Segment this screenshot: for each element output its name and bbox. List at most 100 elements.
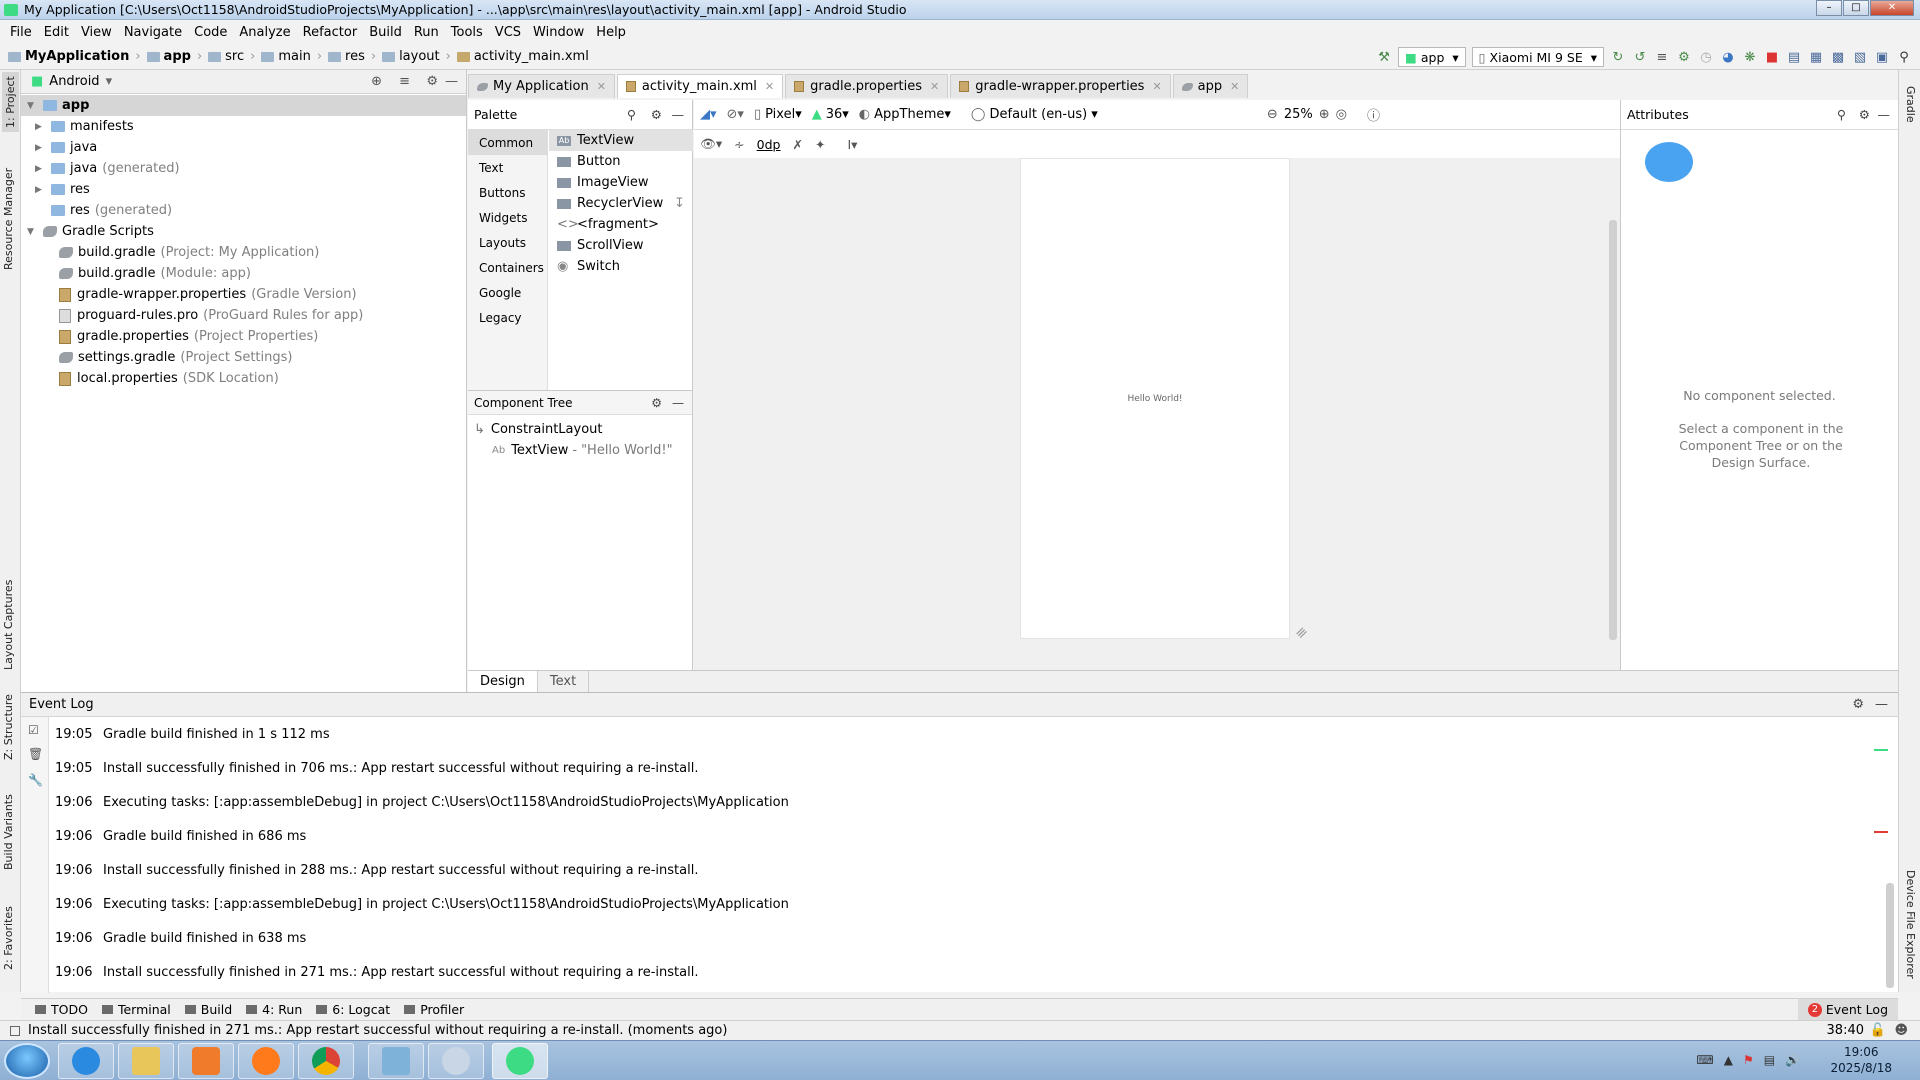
chevron-down-icon[interactable]: ▾ <box>106 74 113 89</box>
event-log-scrollbar[interactable] <box>1886 883 1894 988</box>
tool-tab-event-log[interactable]: 2 Event Log <box>1797 999 1898 1020</box>
tree-node-constraintlayout[interactable]: ↳ ConstraintLayout <box>474 422 603 437</box>
hide-icon[interactable]: — <box>672 396 684 410</box>
taskbar-paint[interactable] <box>428 1043 484 1079</box>
tree-item-java[interactable]: ▶ java <box>35 137 97 158</box>
taskbar-file-explorer[interactable] <box>118 1043 174 1079</box>
tree-item-app[interactable]: ▼ app <box>21 95 466 116</box>
tab-app[interactable]: app ✕ <box>1172 74 1249 98</box>
hide-icon[interactable]: — <box>445 74 458 89</box>
tree-item-gradle-properties[interactable]: gradle.properties (Project Properties) <box>59 326 318 347</box>
hide-icon[interactable]: — <box>672 107 685 122</box>
layout-preview[interactable]: Hello World! <box>1020 158 1290 639</box>
zoom-in-icon[interactable]: ⊕ <box>1319 107 1330 122</box>
orientation-icon[interactable]: ⊘▾ <box>727 107 744 122</box>
menu-navigate[interactable]: Navigate <box>118 25 188 40</box>
tree-item-build-gradle-project[interactable]: build.gradle (Project: My Application) <box>59 242 319 263</box>
tab-gradle-wrapper-properties[interactable]: gradle-wrapper.properties ✕ <box>950 74 1171 98</box>
view-options-icon[interactable]: 👁▾ <box>700 136 722 152</box>
taskbar-clock[interactable]: 19:06 2025/8/18 <box>1830 1044 1892 1076</box>
tab-gradle-properties[interactable]: gradle.properties ✕ <box>785 74 949 98</box>
menu-analyze[interactable]: Analyze <box>233 25 296 40</box>
avd-manager-icon[interactable]: ▩ <box>1830 49 1846 65</box>
breadcrumb-layout[interactable]: layout › <box>382 49 451 64</box>
debug-icon[interactable]: ⚙ <box>1676 49 1692 65</box>
tree-item-proguard-rules[interactable]: proguard-rules.pro (ProGuard Rules for ap… <box>59 305 363 326</box>
menu-window[interactable]: Window <box>527 25 590 40</box>
close-icon[interactable]: ✕ <box>765 80 774 93</box>
close-icon[interactable]: ✕ <box>1152 80 1161 93</box>
menu-build[interactable]: Build <box>363 25 408 40</box>
locate-icon[interactable]: ⊕ <box>371 74 382 89</box>
minimize-button[interactable]: – <box>1816 0 1842 16</box>
locale-select[interactable]: ◯ Default (en-us) ▾ <box>971 107 1098 122</box>
palette-category-legacy[interactable]: Legacy <box>468 305 547 330</box>
palette-category-containers[interactable]: Containers <box>468 255 547 280</box>
palette-item-scrollview[interactable]: ScrollView <box>549 235 693 256</box>
menu-run[interactable]: Run <box>408 25 445 40</box>
breadcrumb-src[interactable]: src › <box>208 49 255 64</box>
profile-icon[interactable]: ◷ <box>1698 49 1714 65</box>
sync-project-icon[interactable]: ▤ <box>1786 49 1802 65</box>
tool-tab-structure[interactable]: Z: Structure <box>2 694 15 760</box>
menu-tools[interactable]: Tools <box>445 25 489 40</box>
gear-icon[interactable]: ⚙ <box>651 396 662 410</box>
caret-position[interactable]: 38:40 <box>1827 1023 1864 1038</box>
run-config-select[interactable]: ■ app ▾ <box>1398 47 1466 67</box>
tool-tab-device-file-explorer[interactable]: Device File Explorer <box>1904 870 1917 979</box>
close-icon[interactable]: ✕ <box>597 80 606 93</box>
close-button[interactable]: ✕ <box>1870 0 1914 16</box>
tab-text[interactable]: Text <box>538 671 590 692</box>
project-structure-icon[interactable]: ▦ <box>1808 49 1824 65</box>
menu-edit[interactable]: Edit <box>38 25 75 40</box>
debug-bug-icon[interactable]: ❋ <box>1742 49 1758 65</box>
device-select[interactable]: ▯ Xiaomi MI 9 SE ▾ <box>1471 47 1604 67</box>
palette-category-common[interactable]: Common <box>468 130 547 155</box>
design-scrollbar[interactable] <box>1609 220 1617 640</box>
close-icon[interactable]: ✕ <box>1230 80 1239 93</box>
api-level-select[interactable]: ▲ 36 ▾ <box>812 107 849 122</box>
palette-category-layouts[interactable]: Layouts <box>468 230 547 255</box>
tool-tab-favorites[interactable]: 2: Favorites <box>2 906 15 970</box>
tab-activity-main[interactable]: activity_main.xml ✕ <box>616 74 784 98</box>
tree-item-manifests[interactable]: ▶ manifests <box>35 116 134 137</box>
palette-category-text[interactable]: Text <box>468 155 547 180</box>
maximize-button[interactable]: □ <box>1843 0 1869 16</box>
gear-icon[interactable]: ⚙ <box>426 74 438 89</box>
menu-help[interactable]: Help <box>590 25 632 40</box>
tool-tab-run[interactable]: 4: Run <box>246 1002 302 1017</box>
autoconnect-icon[interactable]: ∻ <box>734 137 744 152</box>
palette-item-switch[interactable]: ◉ Switch <box>549 256 693 277</box>
device-preview-select[interactable]: ▯ Pixel ▾ <box>754 107 802 122</box>
palette-item-recyclerview[interactable]: RecyclerView ↧ <box>549 193 693 214</box>
inspector-icon[interactable]: ☻ <box>1894 1023 1908 1038</box>
search-icon[interactable]: ⚲ <box>1837 107 1846 122</box>
palette-item-button[interactable]: Button <box>549 151 693 172</box>
apply-code-changes-icon[interactable]: ↺ <box>1632 49 1648 65</box>
stop-icon[interactable]: ■ <box>1764 49 1780 65</box>
tool-tab-build-variants[interactable]: Build Variants <box>2 794 15 870</box>
security-alert-icon[interactable]: ⚑ <box>1743 1053 1754 1067</box>
tool-tab-logcat[interactable]: 6: Logcat <box>316 1002 390 1017</box>
volume-icon[interactable]: 🔊 <box>1785 1053 1800 1067</box>
tool-tab-build[interactable]: Build <box>184 1002 232 1017</box>
breadcrumb-main[interactable]: main › <box>261 49 322 64</box>
tree-item-res-generated[interactable]: res (generated) <box>35 200 172 221</box>
breadcrumb-app[interactable]: app › <box>146 49 202 64</box>
tree-item-gradle-wrapper-properties[interactable]: gradle-wrapper.properties (Gradle Version… <box>59 284 357 305</box>
tool-tab-resource-manager[interactable]: Resource Manager <box>2 168 15 270</box>
apply-changes-icon[interactable]: ↻ <box>1610 49 1626 65</box>
status-toggle-icon[interactable] <box>10 1025 20 1036</box>
palette-category-widgets[interactable]: Widgets <box>468 205 547 230</box>
breadcrumb-file[interactable]: activity_main.xml <box>456 49 589 64</box>
search-icon[interactable]: ⚲ <box>1896 49 1912 65</box>
taskbar-media-player[interactable] <box>178 1043 234 1079</box>
hide-icon[interactable]: — <box>1878 107 1891 122</box>
resize-handle-icon[interactable]: ≡ <box>1292 623 1312 643</box>
status-message[interactable]: Install successfully finished in 271 ms.… <box>28 1023 727 1038</box>
gear-icon[interactable]: ⚙ <box>651 107 662 122</box>
tool-tab-todo[interactable]: TODO <box>35 1002 88 1017</box>
warnings-icon[interactable]: ⓘ <box>1367 105 1380 124</box>
download-icon[interactable]: ↧ <box>674 196 685 211</box>
breadcrumb-project[interactable]: MyApplication › <box>8 49 141 64</box>
